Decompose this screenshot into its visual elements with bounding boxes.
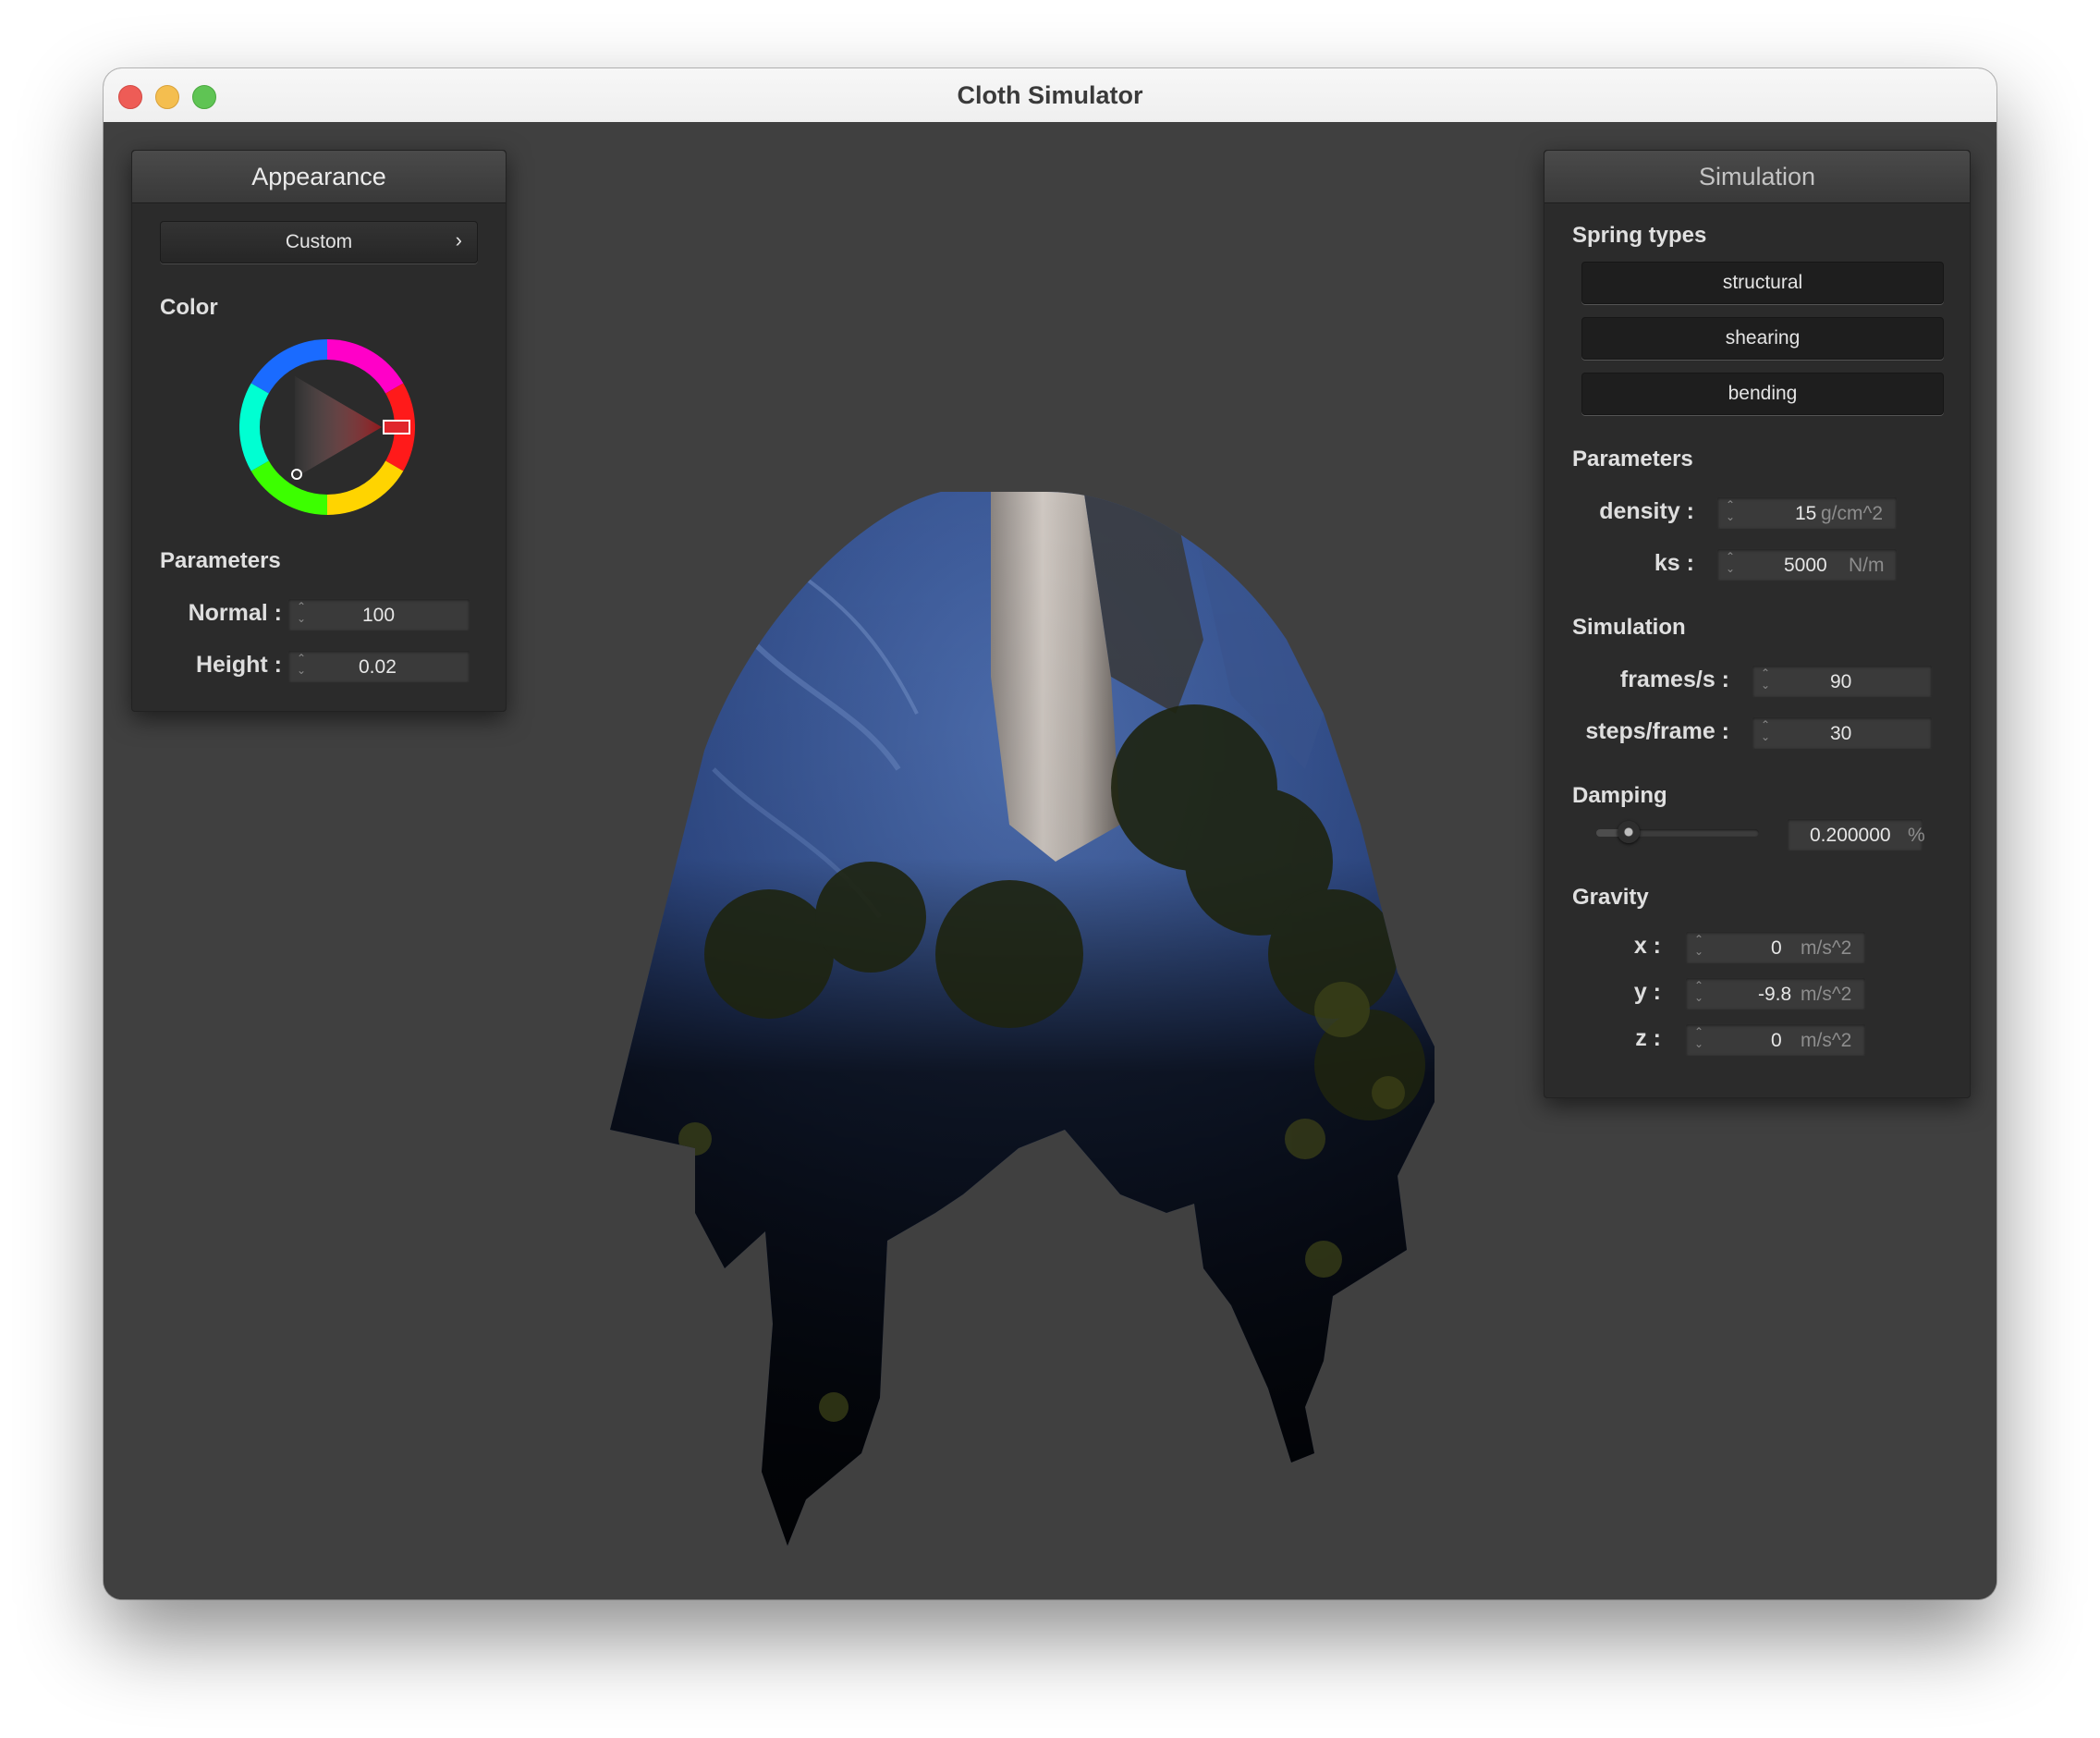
damping-slider[interactable] [1596,821,1759,843]
fps-label: frames/s : [1619,667,1729,692]
fps-input[interactable]: ⌃ ⌄ 90 [1752,665,1933,698]
appearance-header: Appearance [132,151,506,203]
slider-knob[interactable] [1618,821,1641,843]
appearance-panel: Appearance Custom › Color Parameters Nor… [131,150,507,712]
app-window: Cloth Simulator Appearance Custom › Colo… [104,68,1996,1599]
density-label: density : [1599,498,1694,524]
appearance-parameters-label: Parameters [160,548,281,573]
ks-input[interactable]: ⌃ ⌄ 5000 N/m [1716,548,1898,581]
chevron-right-icon: › [455,228,462,251]
window-title: Cloth Simulator [957,81,1143,109]
stepper-arrows-icon[interactable]: ⌃ ⌄ [1725,499,1736,527]
gravity-y-input[interactable]: ⌃ ⌄ -9.8 m/s^2 [1685,977,1866,1010]
stepper-arrows-icon[interactable]: ⌃ ⌄ [1760,667,1771,695]
simulation-panel: Simulation Spring types structural shear… [1544,150,1971,1098]
preset-label: Custom [285,231,353,252]
simulation-header: Simulation [1544,151,1970,203]
simulation-settings-label: Simulation [1572,615,1686,640]
stepper-arrows-icon[interactable]: ⌃ ⌄ [1725,551,1736,579]
preset-dropdown-button[interactable]: Custom › [160,221,478,263]
shearing-spring-toggle[interactable]: shearing [1581,317,1944,360]
normal-label: Normal : [188,600,282,626]
gravity-z-label: z : [1635,1025,1661,1051]
steps-per-frame-input[interactable]: ⌃ ⌄ 30 [1752,716,1933,750]
stepper-arrows-icon[interactable]: ⌃ ⌄ [1693,1026,1704,1054]
damping-label: Damping [1572,783,1667,808]
gravity-y-label: y : [1633,979,1661,1005]
hue-marker[interactable] [383,420,410,434]
height-label: Height : [195,652,282,678]
gravity-label: Gravity [1572,885,1649,910]
color-wheel[interactable] [239,339,415,515]
stepper-arrows-icon[interactable]: ⌃ ⌄ [1693,934,1704,961]
height-input[interactable]: ⌃ ⌄ 0.02 [287,650,470,683]
spring-types-label: Spring types [1572,223,1707,248]
damping-value-input[interactable]: 0.200000 % [1787,818,1925,851]
normal-input[interactable]: ⌃ ⌄ 100 [287,598,470,631]
gravity-x-label: x : [1633,933,1661,959]
bending-spring-toggle[interactable]: bending [1581,373,1944,415]
stepper-arrows-icon[interactable]: ⌃ ⌄ [1760,719,1771,747]
gravity-x-input[interactable]: ⌃ ⌄ 0 m/s^2 [1685,931,1866,964]
title-bar: Cloth Simulator [104,68,1996,123]
stepper-arrows-icon[interactable]: ⌃ ⌄ [1693,980,1704,1008]
structural-spring-toggle[interactable]: structural [1581,262,1944,304]
steps-per-frame-label: steps/frame : [1585,718,1729,744]
stepper-arrows-icon[interactable]: ⌃ ⌄ [296,653,307,680]
ks-label: ks : [1654,550,1694,576]
simulation-parameters-label: Parameters [1572,447,1693,471]
gravity-z-input[interactable]: ⌃ ⌄ 0 m/s^2 [1685,1023,1866,1057]
color-section-label: Color [160,295,218,320]
stepper-arrows-icon[interactable]: ⌃ ⌄ [296,601,307,629]
density-input[interactable]: ⌃ ⌄ 15 g/cm^2 [1716,496,1898,530]
